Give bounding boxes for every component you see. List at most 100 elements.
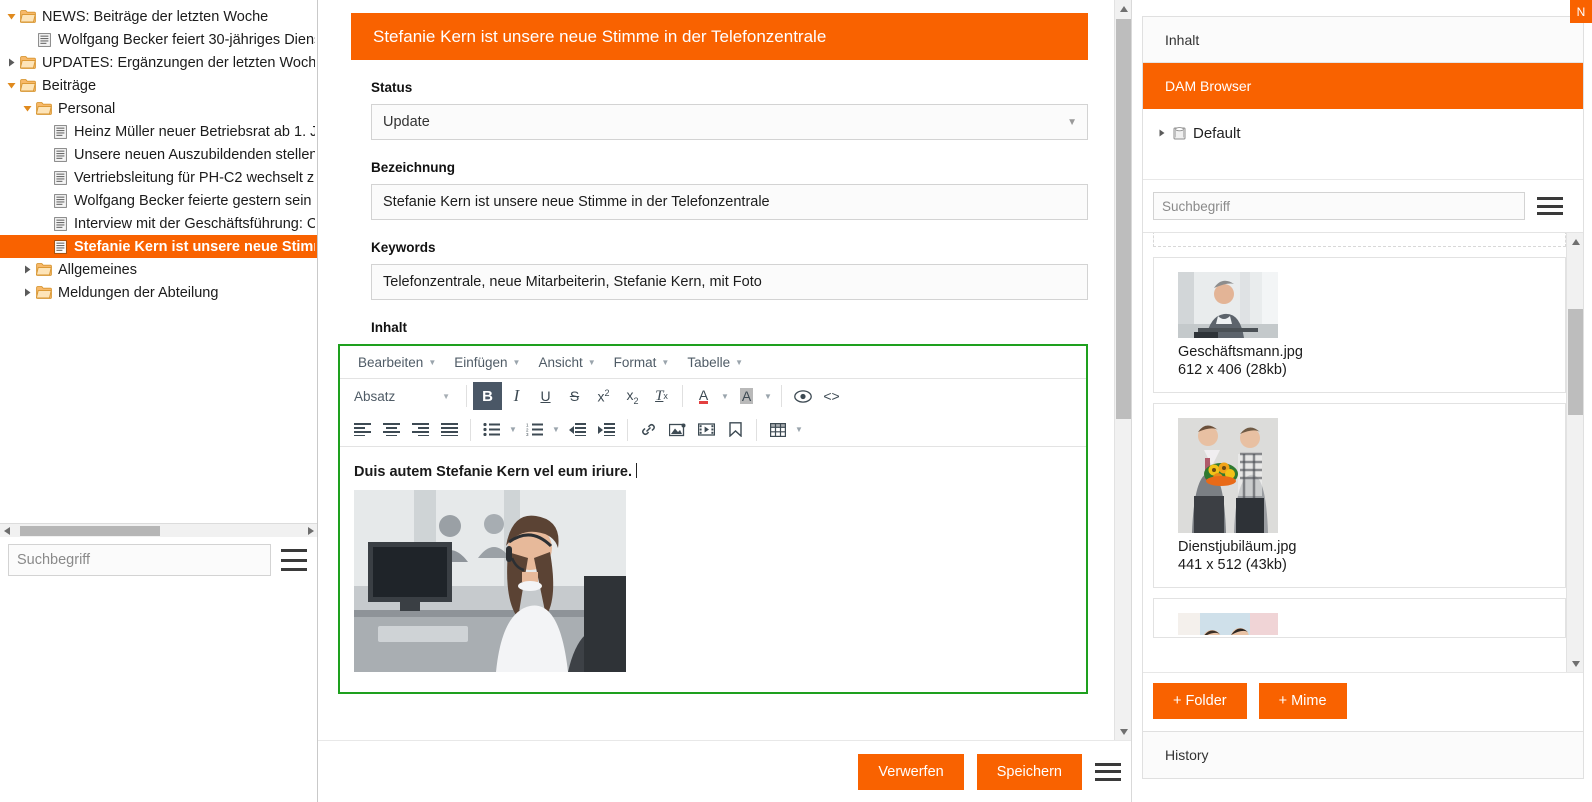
media-icon[interactable]: [692, 416, 721, 444]
tree-scroll-thumb[interactable]: [20, 526, 160, 536]
scroll-left-arrow-icon[interactable]: [0, 524, 14, 538]
superscript-icon[interactable]: x2: [589, 382, 618, 410]
tree-item[interactable]: Meldungen der Abteilung: [0, 281, 317, 304]
chevron-right-icon[interactable]: [20, 258, 34, 281]
align-center-icon[interactable]: [377, 416, 406, 444]
discard-button[interactable]: Verwerfen: [858, 753, 964, 790]
content-tree[interactable]: NEWS: Beiträge der letzten Woche Wolfgang…: [0, 0, 317, 523]
tree-item-selected[interactable]: Stefanie Kern ist unsere neue Stimme: [0, 235, 317, 258]
chevron-down-icon[interactable]: [4, 74, 18, 97]
scroll-down-arrow-icon[interactable]: [1567, 655, 1583, 672]
scroll-down-arrow-icon[interactable]: [1115, 723, 1131, 740]
tree-item[interactable]: Personal: [0, 97, 317, 120]
chevron-right-icon[interactable]: [1155, 122, 1169, 145]
align-right-icon[interactable]: [406, 416, 435, 444]
editor-scroll-thumb[interactable]: [1116, 19, 1131, 419]
accordion-inhalt[interactable]: Inhalt: [1143, 17, 1583, 63]
background-color-icon[interactable]: A: [732, 382, 761, 410]
tree-item[interactable]: Wolfgang Becker feiert 30-jähriges Diens…: [0, 28, 317, 51]
remove-format-icon[interactable]: Tx: [647, 382, 676, 410]
numbered-list-icon[interactable]: 123: [520, 416, 549, 444]
image-icon[interactable]: [663, 416, 692, 444]
list-item[interactable]: Geschäftsmann.jpg 612 x 406 (28kb): [1153, 257, 1566, 393]
numbered-list-chevron-down-icon[interactable]: ▼: [549, 425, 563, 434]
add-folder-button[interactable]: + Folder: [1153, 683, 1247, 719]
tree-item[interactable]: Beiträge: [0, 74, 317, 97]
bezeichnung-input[interactable]: Stefanie Kern ist unsere neue Stimme in …: [371, 184, 1088, 220]
rte-menu-ansicht[interactable]: Ansicht ▼: [530, 351, 603, 374]
tree-item[interactable]: Interview mit der Geschäftsführung: Cars: [0, 212, 317, 235]
tree-item[interactable]: Heinz Müller neuer Betriebsrat ab 1. Jan…: [0, 120, 317, 143]
tree-search-input[interactable]: [8, 544, 271, 576]
background-color-chevron-down-icon[interactable]: ▼: [761, 392, 775, 401]
dam-list-vertical-scrollbar[interactable]: [1566, 233, 1583, 672]
bezeichnung-label: Bezeichnung: [371, 160, 456, 175]
chevron-right-icon[interactable]: [4, 51, 18, 74]
chevron-down-icon[interactable]: [4, 5, 18, 28]
table-icon[interactable]: [763, 416, 792, 444]
rte-inline-image[interactable]: [354, 490, 626, 672]
anchor-icon[interactable]: [721, 416, 750, 444]
tree-item-label: Meldungen der Abteilung: [58, 284, 219, 301]
list-item-partial[interactable]: [1153, 233, 1566, 247]
chevron-right-icon[interactable]: [20, 281, 34, 304]
rte-menu-bearbeiten[interactable]: Bearbeiten ▼: [350, 351, 444, 374]
accordion-history[interactable]: History: [1142, 732, 1584, 779]
accordion-dam-browser[interactable]: DAM Browser: [1143, 63, 1583, 109]
editor-vertical-scrollbar[interactable]: [1114, 0, 1131, 740]
indent-icon[interactable]: [592, 416, 621, 444]
tree-menu-hamburger-icon[interactable]: [281, 549, 307, 571]
list-item[interactable]: Dienstjubiläum.jpg 441 x 512 (43kb): [1153, 403, 1566, 588]
underline-icon[interactable]: U: [531, 382, 560, 410]
text-color-chevron-down-icon[interactable]: ▼: [718, 392, 732, 401]
save-button[interactable]: Speichern: [976, 753, 1082, 790]
scroll-up-arrow-icon[interactable]: [1567, 233, 1583, 250]
paragraph-format-select[interactable]: Absatz ▼: [348, 383, 456, 409]
tree-item[interactable]: Wolfgang Becker feierte gestern sein 30-: [0, 189, 317, 212]
rte-menu-tabelle[interactable]: Tabelle ▼: [679, 351, 751, 374]
chevron-down-icon[interactable]: [20, 97, 34, 120]
keywords-input[interactable]: Telefonzentrale, neue Mitarbeiterin, Ste…: [371, 264, 1088, 300]
bold-icon[interactable]: B: [473, 382, 502, 410]
text-color-icon[interactable]: A: [689, 382, 718, 410]
scroll-up-arrow-icon[interactable]: [1115, 0, 1131, 17]
tree-item[interactable]: Vertriebsleitung für PH-C2 wechselt zum: [0, 166, 317, 189]
status-select[interactable]: Update ▼: [371, 104, 1088, 140]
chevron-down-icon: ▼: [1067, 116, 1077, 128]
tree-item[interactable]: NEWS: Beiträge der letzten Woche: [0, 5, 317, 28]
strikethrough-icon[interactable]: S: [560, 382, 589, 410]
align-left-icon[interactable]: [348, 416, 377, 444]
tree-item[interactable]: UPDATES: Ergänzungen der letzten Woche: [0, 51, 317, 74]
rich-text-editor[interactable]: Bearbeiten ▼ Einfügen ▼ Ansicht ▼ Format ▼ Tabel…: [338, 344, 1088, 694]
dam-tree-root[interactable]: Default: [1143, 121, 1583, 145]
bullet-list-icon[interactable]: [477, 416, 506, 444]
outdent-icon[interactable]: [563, 416, 592, 444]
dam-search-input[interactable]: [1153, 192, 1525, 220]
folder-icon: [18, 10, 38, 23]
align-justify-icon[interactable]: [435, 416, 464, 444]
link-icon[interactable]: [634, 416, 663, 444]
bullet-list-chevron-down-icon[interactable]: ▼: [506, 425, 520, 434]
editor-menu-hamburger-icon[interactable]: [1095, 762, 1121, 781]
dam-asset-list[interactable]: Geschäftsmann.jpg 612 x 406 (28kb) Diens…: [1143, 232, 1583, 672]
source-code-icon[interactable]: <>: [817, 382, 846, 410]
subscript-icon[interactable]: x2: [618, 382, 647, 410]
list-item[interactable]: [1153, 598, 1566, 638]
rte-content-area[interactable]: Duis autem Stefanie Kern vel eum iriure.: [340, 447, 1086, 683]
rte-menu-einfügen[interactable]: Einfügen ▼: [446, 351, 528, 374]
table-chevron-down-icon[interactable]: ▼: [792, 425, 806, 434]
dam-scroll-thumb[interactable]: [1568, 309, 1583, 415]
scroll-right-arrow-icon[interactable]: [303, 524, 317, 538]
rte-menu-format[interactable]: Format ▼: [606, 351, 678, 374]
svg-text:3: 3: [526, 432, 529, 436]
tree-item[interactable]: Allgemeines: [0, 258, 317, 281]
preview-icon[interactable]: [788, 382, 817, 410]
add-mime-button[interactable]: + Mime: [1258, 683, 1347, 719]
dam-menu-hamburger-icon[interactable]: [1537, 197, 1563, 215]
tree-horizontal-scrollbar[interactable]: [0, 523, 317, 537]
tree-item[interactable]: Unsere neuen Auszubildenden stellen si: [0, 143, 317, 166]
italic-icon[interactable]: I: [502, 382, 531, 410]
browser-notification-badge[interactable]: N: [1570, 0, 1592, 23]
tree-item-label: Heinz Müller neuer Betriebsrat ab 1. Jan…: [74, 123, 315, 140]
